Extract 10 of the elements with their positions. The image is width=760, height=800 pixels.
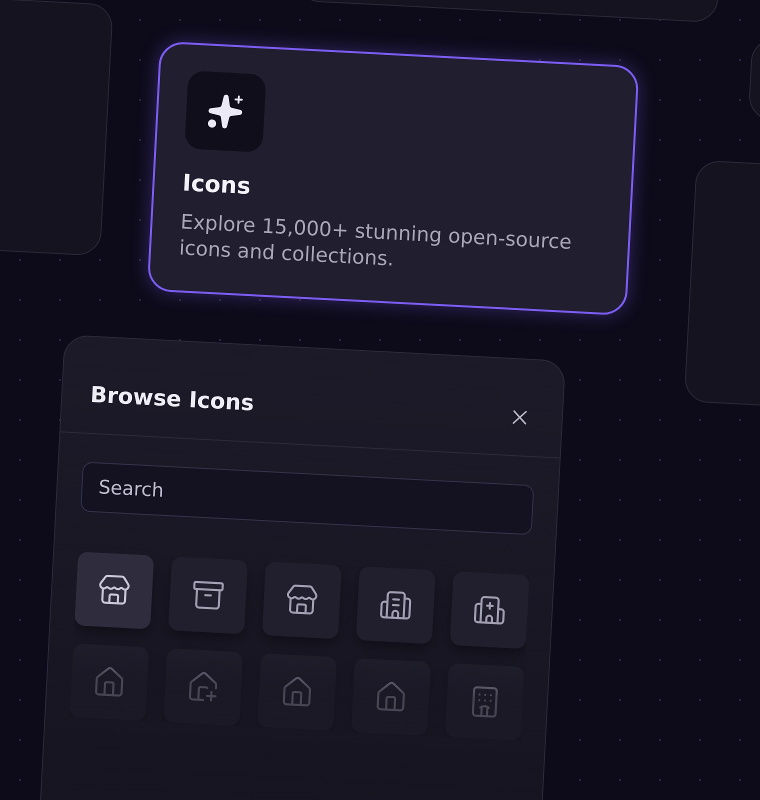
icon-button[interactable] (262, 561, 342, 640)
icon-button[interactable] (356, 566, 436, 644)
card-title: Icons (182, 170, 252, 202)
search-field[interactable]: Search (80, 462, 534, 536)
icon-button[interactable] (450, 571, 530, 650)
feature-card[interactable]: Icons Explore 15,000+ stunning open-source icons and collections. (146, 41, 640, 316)
icon-button[interactable] (168, 556, 248, 634)
panel-title: Browse Icons (90, 382, 255, 416)
card-description: Explore 15,000+ stunning open-source icons and collections. (178, 208, 574, 273)
icon-button[interactable] (74, 551, 154, 630)
